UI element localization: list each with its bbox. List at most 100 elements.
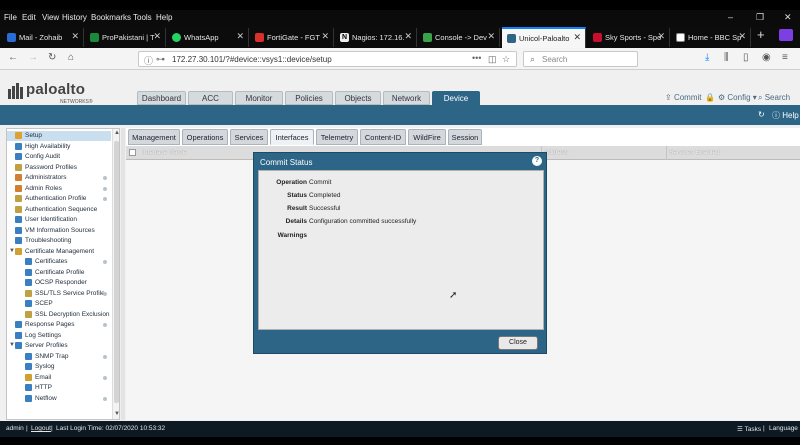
tab-objects[interactable]: Objects xyxy=(335,91,381,105)
library-icon[interactable]: ⫼ xyxy=(724,52,729,63)
tab-network[interactable]: Network xyxy=(383,91,430,105)
scroll-up-icon[interactable]: ▲ xyxy=(114,130,119,136)
sidebar-item-label: Log Settings xyxy=(25,331,62,339)
tab-device[interactable]: Device xyxy=(432,91,480,105)
browser-tab[interactable]: N Nagios: 172.16. ✕ xyxy=(335,28,417,47)
config-button[interactable]: ⚙ Config ▾ xyxy=(718,93,757,102)
subtab-wildfire[interactable]: WildFire xyxy=(408,129,446,145)
close-tab-icon[interactable]: ✕ xyxy=(404,31,412,42)
browser-tab[interactable]: WhatsApp ✕ xyxy=(167,28,249,47)
hamburger-menu-icon[interactable]: ≡ xyxy=(782,52,788,63)
page-actions-icon[interactable]: ••• xyxy=(472,53,481,63)
tab-dashboard[interactable]: Dashboard xyxy=(137,91,186,105)
close-tab-icon[interactable]: ✕ xyxy=(71,31,79,42)
sidebar-item-label: Authentication Sequence xyxy=(25,205,98,213)
forward-icon[interactable]: → xyxy=(28,52,38,63)
pane-splitter[interactable] xyxy=(121,128,125,420)
close-window-icon[interactable]: ✕ xyxy=(784,12,792,23)
site-identity-icon[interactable]: ⊶ xyxy=(156,54,165,65)
info-icon[interactable]: ⓘ xyxy=(144,54,153,67)
menu-tools[interactable]: Tools xyxy=(133,13,152,22)
tab-label: Nagios: 172.16. xyxy=(352,33,405,42)
close-tab-icon[interactable]: ✕ xyxy=(738,31,746,42)
sidebar-item-label: Admin Roles xyxy=(25,184,62,192)
menu-history[interactable]: History xyxy=(62,13,87,22)
sidebar-icon[interactable]: ▯ xyxy=(743,52,749,63)
scroll-down-icon[interactable]: ▼ xyxy=(114,411,119,417)
browser-tab[interactable]: Console -> Dev ✕ xyxy=(418,28,500,47)
browser-tab[interactable]: Mail - Zohaib ✕ xyxy=(2,28,84,47)
close-tab-icon[interactable]: ✕ xyxy=(236,31,244,42)
search-field[interactable]: ⌕ Search xyxy=(523,51,638,67)
browser-tab[interactable]: ProPakistani | T ✕ xyxy=(85,28,166,47)
scroll-thumb[interactable] xyxy=(114,141,119,403)
subtab-session[interactable]: Session xyxy=(448,129,482,145)
browser-menubar: File Edit View History Bookmarks Tools H… xyxy=(0,10,800,26)
browser-tab-active[interactable]: Unicol-Paloalto ✕ xyxy=(502,27,586,48)
tasks-button[interactable]: ☰ Tasks xyxy=(737,425,761,433)
menu-view[interactable]: View xyxy=(42,13,59,22)
separator: | xyxy=(51,425,53,432)
refresh-icon[interactable]: ↻ xyxy=(758,110,765,119)
download-icon[interactable]: ⤓ xyxy=(705,52,709,63)
lock-icon[interactable]: 🔒 xyxy=(705,93,715,102)
status-dot-icon xyxy=(103,375,107,380)
subtab-services[interactable]: Services xyxy=(230,129,268,145)
back-icon[interactable]: ← xyxy=(8,52,18,63)
browser-tab[interactable]: FortiGate - FGT ✕ xyxy=(250,28,334,47)
sidebar-item-icon xyxy=(25,279,32,286)
subtab-management[interactable]: Management xyxy=(128,129,180,145)
close-tab-icon[interactable]: ✕ xyxy=(573,32,581,43)
row-details: Details Configuration committed successf… xyxy=(259,218,545,228)
menu-bookmarks[interactable]: Bookmarks xyxy=(91,13,131,22)
account-icon[interactable]: ◉ xyxy=(762,52,771,63)
sidebar-item-icon xyxy=(25,258,32,265)
browser-tab[interactable]: Sky Sports - Spo ✕ xyxy=(588,28,670,47)
tab-policies[interactable]: Policies xyxy=(285,91,333,105)
minimize-icon[interactable]: – xyxy=(728,12,733,22)
mail-favicon-icon xyxy=(7,33,16,42)
dialog-help-icon[interactable]: ? xyxy=(532,156,542,166)
commit-button[interactable]: ⇪ Commit xyxy=(665,93,702,102)
close-button[interactable]: Close xyxy=(498,336,538,350)
new-tab-button[interactable]: + xyxy=(757,27,765,42)
url-text: 172.27.30.101/?#device::vsys1::device/se… xyxy=(172,55,332,64)
col-address[interactable]: Address xyxy=(544,149,568,156)
config-label: Config ▾ xyxy=(727,93,757,102)
select-all-checkbox[interactable] xyxy=(129,149,136,156)
sidebar-item-icon xyxy=(15,216,22,223)
col-interface-name[interactable]: Interface Name xyxy=(142,149,186,156)
menu-file[interactable]: File xyxy=(4,13,17,22)
sidebar-item-label: Administrators xyxy=(25,174,67,181)
tab-monitor[interactable]: Monitor xyxy=(235,91,283,105)
url-bar[interactable]: ⓘ ⊶ 172.27.30.101/?#device::vsys1::devic… xyxy=(138,51,517,67)
close-tab-icon[interactable]: ✕ xyxy=(321,31,329,42)
logout-link[interactable]: Logout xyxy=(31,425,51,432)
menu-help[interactable]: Help xyxy=(156,13,172,22)
sidebar-item[interactable]: Setup xyxy=(7,131,111,141)
menu-edit[interactable]: Edit xyxy=(22,13,36,22)
pocket-icon[interactable]: ◫ xyxy=(488,54,497,65)
restore-icon[interactable]: ❐ xyxy=(756,12,764,23)
close-tab-icon[interactable]: ✕ xyxy=(657,31,665,42)
bookmark-star-icon[interactable]: ☆ xyxy=(502,54,510,65)
close-tab-icon[interactable]: ✕ xyxy=(487,31,495,42)
sidebar-item-label: Netflow xyxy=(35,394,57,402)
top-search-button[interactable]: ⌕ Search xyxy=(758,93,790,103)
sidebar-scrollbar[interactable]: ▲ ▼ xyxy=(112,129,119,419)
status-dot-icon xyxy=(103,186,107,191)
close-tab-icon[interactable]: ✕ xyxy=(153,31,161,42)
home-icon[interactable]: ⌂ xyxy=(68,52,74,63)
sidebar-item-label: OCSP Responder xyxy=(35,279,87,286)
help-button[interactable]: ⓘ Help xyxy=(772,110,799,121)
private-browsing-icon[interactable] xyxy=(779,29,793,41)
language-link[interactable]: Language xyxy=(769,425,798,432)
subtab-telemetry[interactable]: Telemetry xyxy=(316,129,358,145)
subtab-content-id[interactable]: Content-ID xyxy=(360,129,406,145)
subtab-interfaces[interactable]: Interfaces xyxy=(270,129,314,145)
browser-tab[interactable]: Home - BBC Sp ✕ xyxy=(671,28,751,47)
reload-icon[interactable]: ↻ xyxy=(48,52,56,63)
subtab-operations[interactable]: Operations xyxy=(182,129,228,145)
tab-acc[interactable]: ACC xyxy=(188,91,233,105)
col-services-enabled[interactable]: Services Enabled xyxy=(669,149,720,156)
